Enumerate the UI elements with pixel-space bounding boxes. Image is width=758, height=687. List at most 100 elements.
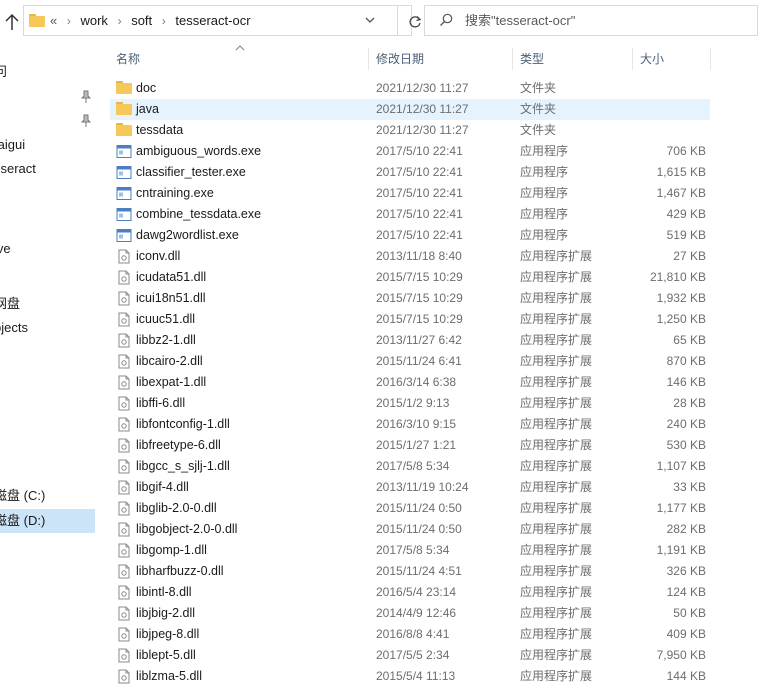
file-size xyxy=(616,120,706,141)
exe-icon xyxy=(116,207,132,222)
address-bar[interactable]: « › work › soft › tesseract-ocr xyxy=(23,5,422,36)
chevron-right-icon[interactable]: › xyxy=(162,7,166,36)
search-box[interactable] xyxy=(424,5,758,36)
nav-item-label: 网盘 xyxy=(0,296,21,311)
breadcrumb-item-work[interactable]: work xyxy=(80,6,107,35)
file-type: 应用程序扩展 xyxy=(520,291,593,305)
column-divider[interactable] xyxy=(368,48,369,70)
dll-icon xyxy=(116,585,132,600)
nav-item-disk-c[interactable]: 磁盘 (C:) xyxy=(0,484,95,508)
file-row[interactable]: libintl-8.dll 2016/5/4 23:14 应用程序扩展 124 KB xyxy=(110,582,710,603)
dll-icon xyxy=(116,396,132,411)
file-row[interactable]: libfreetype-6.dll 2015/1/27 1:21 应用程序扩展 530… xyxy=(110,435,710,456)
file-size: 27 KB xyxy=(673,249,706,263)
column-divider[interactable] xyxy=(710,48,711,70)
file-row[interactable]: iconv.dll 2013/11/18 8:40 应用程序扩展 27 KB xyxy=(110,246,710,267)
column-divider[interactable] xyxy=(632,48,633,70)
dll-icon xyxy=(116,375,132,390)
file-row[interactable]: icui18n51.dll 2015/7/15 10:29 应用程序扩展 1,932 … xyxy=(110,288,710,309)
file-row[interactable]: java 2021/12/30 11:27 文件夹 xyxy=(110,99,710,120)
nav-item-disk-d[interactable]: 磁盘 (D:) xyxy=(0,509,95,533)
up-arrow-icon[interactable] xyxy=(4,12,20,32)
exe-icon xyxy=(116,228,132,243)
file-row[interactable]: cntraining.exe 2017/5/10 22:41 应用程序 1,467 K… xyxy=(110,183,710,204)
file-date: 2013/11/27 6:42 xyxy=(376,333,462,347)
file-name: libharfbuzz-0.dll xyxy=(136,564,224,578)
nav-item-3d-objects[interactable]: bjects xyxy=(0,316,95,340)
folder-icon xyxy=(116,102,132,117)
file-type: 应用程序扩展 xyxy=(520,396,593,410)
chevron-right-icon[interactable]: › xyxy=(118,7,122,36)
file-row[interactable]: ambiguous_words.exe 2017/5/10 22:41 应用程序 70… xyxy=(110,141,710,162)
nav-item-tesseract[interactable]: sseract xyxy=(0,157,95,181)
pin-icon[interactable] xyxy=(80,114,92,128)
file-name: libfontconfig-1.dll xyxy=(136,417,230,431)
dll-icon xyxy=(116,522,132,537)
file-type: 应用程序 xyxy=(520,207,569,221)
file-type: 文件夹 xyxy=(520,123,557,137)
column-size[interactable]: 大小 xyxy=(634,44,710,74)
file-type: 文件夹 xyxy=(520,102,557,116)
column-date[interactable]: 修改日期 xyxy=(370,44,512,74)
breadcrumb-item-soft[interactable]: soft xyxy=(131,6,152,35)
file-row[interactable]: icuuc51.dll 2015/7/15 10:29 应用程序扩展 1,250 KB xyxy=(110,309,710,330)
chevron-right-icon: › xyxy=(66,14,71,28)
file-row[interactable]: libglib-2.0-0.dll 2015/11/24 0:50 应用程序扩展 1,… xyxy=(110,498,710,519)
pin-icon[interactable] xyxy=(80,90,92,104)
file-row[interactable]: libfontconfig-1.dll 2016/3/10 9:15 应用程序扩展 2… xyxy=(110,414,710,435)
dll-icon xyxy=(116,627,132,642)
nav-item-label: s xyxy=(0,181,1,205)
file-size: 1,615 KB xyxy=(656,165,706,179)
file-date: 2017/5/5 2:34 xyxy=(376,648,450,662)
file-type: 应用程序扩展 xyxy=(520,564,593,578)
nav-item-netdisk[interactable]: 网盘 xyxy=(0,292,95,316)
column-type[interactable]: 类型 xyxy=(514,44,632,74)
address-toolbar: « › work › soft › tesseract-ocr xyxy=(0,0,758,44)
file-row[interactable]: icudata51.dll 2015/7/15 10:29 应用程序扩展 21,810… xyxy=(110,267,710,288)
file-row[interactable]: doc 2021/12/30 11:27 文件夹 xyxy=(110,78,710,99)
file-row[interactable]: classifier_tester.exe 2017/5/10 22:41 应用程序… xyxy=(110,162,710,183)
file-type: 应用程序扩展 xyxy=(520,606,593,620)
nav-item-s[interactable]: s xyxy=(0,181,95,205)
file-row[interactable]: libjbig-2.dll 2014/4/9 12:46 应用程序扩展 50 KB xyxy=(110,603,710,624)
nav-item-taigui[interactable]: taigui xyxy=(0,133,95,157)
file-row[interactable]: libgobject-2.0-0.dll 2015/11/24 0:50 应用程序扩… xyxy=(110,519,710,540)
nav-item-quick-access[interactable]: 问 xyxy=(0,60,95,84)
file-size: 1,467 KB xyxy=(656,186,706,200)
breadcrumb-item-tesseract-ocr[interactable]: tesseract-ocr xyxy=(175,6,250,35)
file-type: 应用程序 xyxy=(520,144,569,158)
file-row[interactable]: libexpat-1.dll 2016/3/14 6:38 应用程序扩展 146 KB xyxy=(110,372,710,393)
file-size: 1,250 KB xyxy=(656,312,706,326)
dll-icon xyxy=(116,648,132,663)
file-row[interactable]: libharfbuzz-0.dll 2015/11/24 4:51 应用程序扩展 32… xyxy=(110,561,710,582)
file-row[interactable]: tessdata 2021/12/30 11:27 文件夹 xyxy=(110,120,710,141)
file-row[interactable]: libgcc_s_sjlj-1.dll 2017/5/8 5:34 应用程序扩展 1,… xyxy=(110,456,710,477)
chevron-down-icon[interactable] xyxy=(362,6,378,35)
search-input[interactable] xyxy=(465,10,745,30)
file-row[interactable]: liblzma-5.dll 2015/5/4 11:13 应用程序扩展 144 KB xyxy=(110,666,710,687)
file-type: 应用程序扩展 xyxy=(520,438,593,452)
file-row[interactable]: combine_tessdata.exe 2017/5/10 22:41 应用程序 4… xyxy=(110,204,710,225)
file-type: 应用程序 xyxy=(520,186,569,200)
file-row[interactable]: libbz2-1.dll 2013/11/27 6:42 应用程序扩展 65 KB xyxy=(110,330,710,351)
dll-icon xyxy=(116,606,132,621)
file-row[interactable]: libjpeg-8.dll 2016/8/8 4:41 应用程序扩展 409 KB xyxy=(110,624,710,645)
refresh-icon[interactable] xyxy=(408,15,422,29)
file-row[interactable]: libcairo-2.dll 2015/11/24 6:41 应用程序扩展 870 K… xyxy=(110,351,710,372)
dll-icon xyxy=(116,480,132,495)
file-size: 240 KB xyxy=(666,417,706,431)
file-size: 326 KB xyxy=(666,564,706,578)
file-date: 2015/7/15 10:29 xyxy=(376,312,463,326)
file-row[interactable]: libgomp-1.dll 2017/5/8 5:34 应用程序扩展 1,191 KB xyxy=(110,540,710,561)
file-row[interactable]: dawg2wordlist.exe 2017/5/10 22:41 应用程序 519 … xyxy=(110,225,710,246)
file-row[interactable]: libffi-6.dll 2015/1/2 9:13 应用程序扩展 28 KB xyxy=(110,393,710,414)
column-divider[interactable] xyxy=(512,48,513,70)
column-name[interactable]: 名称 xyxy=(110,44,368,74)
file-row[interactable]: libgif-4.dll 2013/11/19 10:24 应用程序扩展 33 KB xyxy=(110,477,710,498)
file-name: combine_tessdata.exe xyxy=(136,207,262,221)
file-size: 33 KB xyxy=(673,480,706,494)
file-row[interactable]: liblept-5.dll 2017/5/5 2:34 应用程序扩展 7,950 KB xyxy=(110,645,710,666)
breadcrumb-overflow[interactable]: « xyxy=(50,6,57,35)
nav-item-drive[interactable]: ive xyxy=(0,237,95,261)
file-size: 21,810 KB xyxy=(649,270,706,284)
